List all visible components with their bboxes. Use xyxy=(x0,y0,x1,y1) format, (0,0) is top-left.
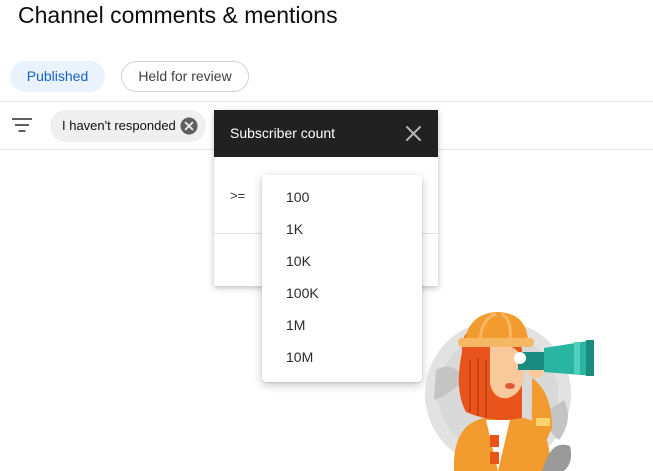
option-100[interactable]: 100 xyxy=(262,181,422,213)
option-10k[interactable]: 10K xyxy=(262,245,422,277)
explorer-with-binoculars-illustration xyxy=(425,312,594,471)
cancel-circle-icon[interactable] xyxy=(180,117,198,135)
option-100k[interactable]: 100K xyxy=(262,277,422,309)
page-title: Channel comments & mentions xyxy=(18,2,338,28)
option-1m[interactable]: 1M xyxy=(262,309,422,341)
comparison-operator: >= xyxy=(230,188,246,203)
subscriber-count-dropdown: 100 1K 10K 100K 1M 10M xyxy=(262,175,422,382)
divider xyxy=(0,101,653,102)
close-icon[interactable] xyxy=(404,124,423,143)
tab-held-for-review[interactable]: Held for review xyxy=(121,61,249,92)
filter-chip-label: I haven't responded xyxy=(62,118,176,133)
dialog-title: Subscriber count xyxy=(230,125,336,141)
option-10m[interactable]: 10M xyxy=(262,341,422,373)
option-1k[interactable]: 1K xyxy=(262,213,422,245)
dialog-header: Subscriber count xyxy=(214,110,438,157)
filter-chip: I haven't responded xyxy=(50,110,206,142)
tab-published[interactable]: Published xyxy=(10,61,105,92)
filter-list-icon[interactable] xyxy=(12,117,32,133)
